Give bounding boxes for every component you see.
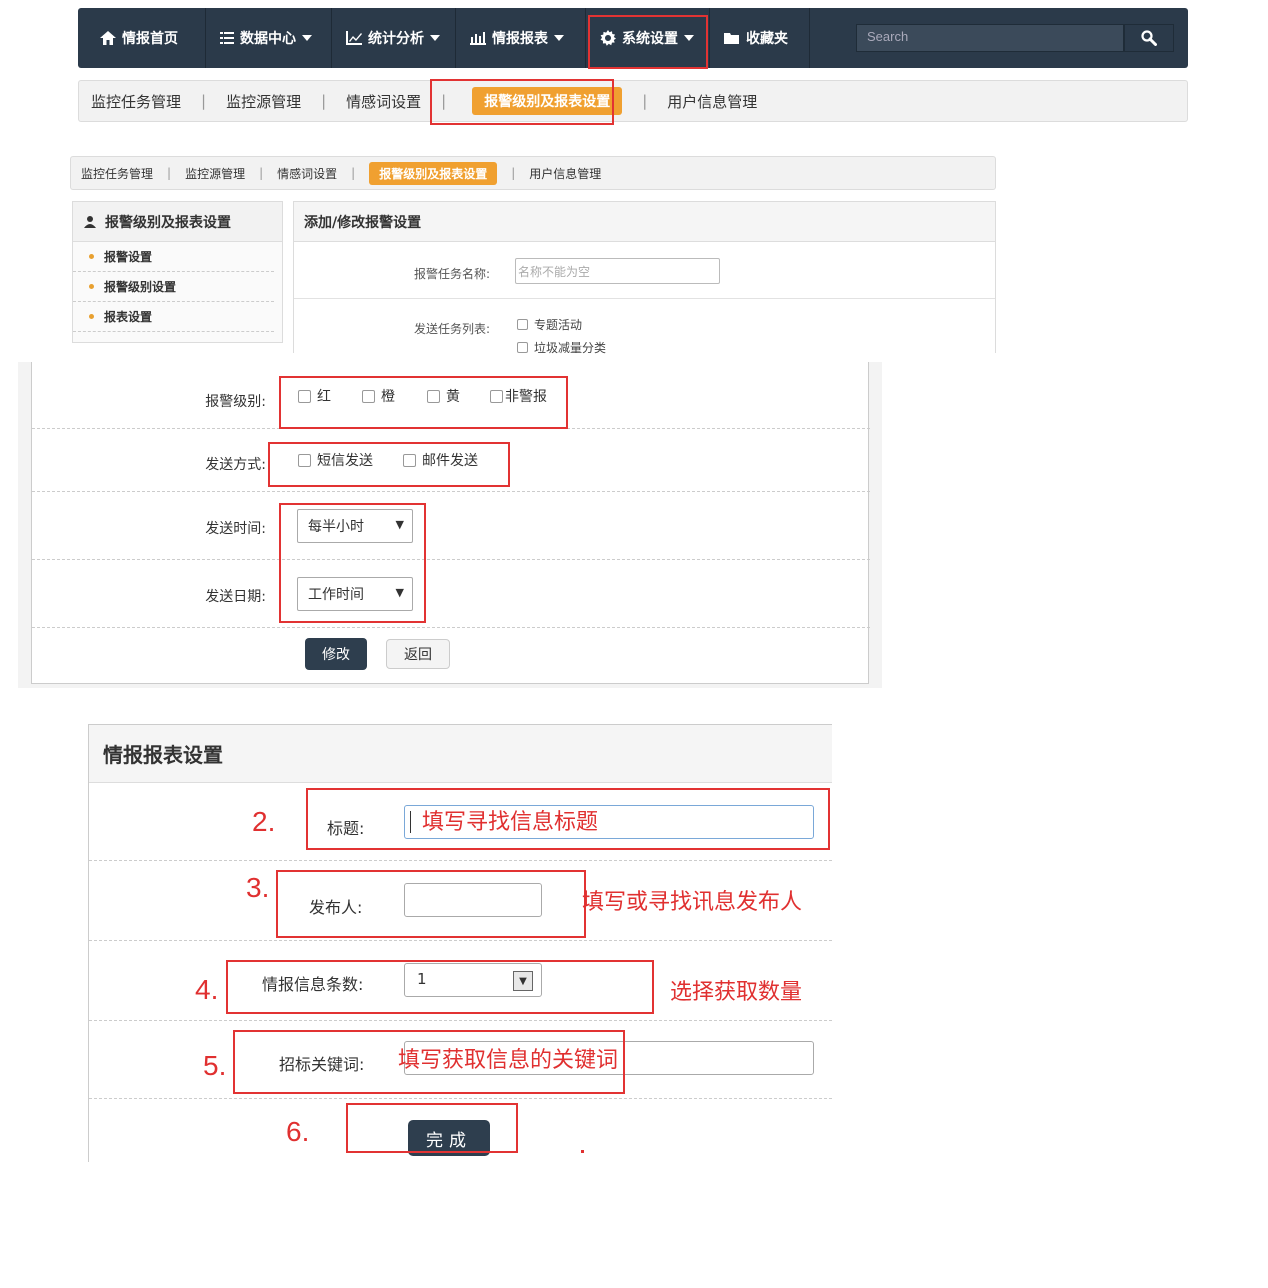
nav-statistics-label: 统计分析 — [368, 31, 424, 47]
modify-button[interactable]: 修改 — [305, 638, 367, 670]
highlight-alarm-tab — [430, 79, 614, 125]
chevron-down-icon — [302, 35, 312, 41]
back-button[interactable]: 返回 — [386, 639, 450, 669]
sidebar-item-label: 报警设置 — [104, 250, 153, 264]
checkbox[interactable] — [517, 319, 528, 330]
subnav-monitor-task[interactable]: 监控任务管理 — [91, 91, 181, 112]
search-button[interactable] — [1124, 24, 1174, 52]
subnav-user-info[interactable]: 用户信息管理 — [667, 91, 757, 112]
nav-data-center[interactable]: 数据中心 — [206, 8, 332, 68]
highlight-count — [226, 960, 654, 1014]
user-icon — [84, 215, 96, 228]
sidebar-item-label: 报表设置 — [104, 310, 153, 324]
nav-favorites-label: 收藏夹 — [746, 31, 788, 47]
red-dot — [581, 1150, 584, 1153]
sidebar-title: 报警级别及报表设置 — [105, 214, 231, 231]
step-number: 3. — [246, 872, 270, 903]
nav-reports[interactable]: 情报报表 — [456, 8, 586, 68]
annotation-count: 选择获取数量 — [670, 980, 803, 1005]
form-title: 添加/修改报警设置 — [294, 202, 995, 242]
subnav-sentiment-words[interactable]: 情感词设置 — [346, 91, 421, 112]
nav-home[interactable]: 情报首页 — [78, 8, 206, 68]
report-settings-panel: 情报报表设置 标题: 发布人: 情报信息条数: 1 ▼ 招标关键词: 完成 — [78, 716, 832, 1162]
bullet-icon — [89, 314, 94, 319]
subnav-user-info[interactable]: 用户信息管理 — [529, 165, 601, 182]
annotation-keyword: 填写获取信息的关键词 — [398, 1048, 619, 1073]
annotation-title: 填写寻找信息标题 — [422, 810, 599, 835]
chevron-down-icon — [554, 35, 564, 41]
chevron-down-icon — [430, 35, 440, 41]
alarm-form-panel: 添加/修改报警设置 报警任务名称: 名称不能为空 发送任务列表: 专题活动 垃圾… — [293, 201, 996, 356]
task-list-label: 发送任务列表: — [414, 322, 491, 336]
task-name-input[interactable]: 名称不能为空 — [515, 258, 720, 284]
task-name-label: 报警任务名称: — [414, 267, 491, 281]
subnav-sentiment-words[interactable]: 情感词设置 — [277, 165, 337, 182]
settings-sidebar: 报警级别及报表设置 报警设置 报警级别设置 报表设置 — [72, 201, 283, 343]
send-date-label: 发送日期: — [205, 589, 266, 605]
report-settings-title: 情报报表设置 — [89, 725, 832, 783]
nav-reports-label: 情报报表 — [492, 31, 548, 47]
bullet-icon — [89, 254, 94, 259]
row-send-date: 发送日期: 工作时间 ▼ — [32, 560, 870, 628]
checkbox[interactable] — [517, 342, 528, 353]
highlight-alarm-level — [279, 376, 568, 429]
task-option-garbage[interactable]: 垃圾减量分类 — [517, 339, 606, 356]
subnav-monitor-task[interactable]: 监控任务管理 — [81, 165, 153, 182]
line-chart-icon — [346, 31, 362, 45]
search-icon — [1141, 30, 1157, 46]
row-send-time: 发送时间: 每半小时 ▼ — [32, 492, 870, 560]
subnav-monitor-source[interactable]: 监控源管理 — [226, 91, 301, 112]
step-number: 4. — [195, 974, 219, 1005]
nav-home-label: 情报首页 — [122, 31, 178, 47]
sidebar-item-alarm-level[interactable]: 报警级别设置 — [73, 272, 274, 302]
bar-chart-icon — [470, 32, 486, 45]
highlight-system-settings — [588, 15, 708, 69]
highlight-send-time-date — [279, 503, 426, 623]
subnav-monitor-source[interactable]: 监控源管理 — [185, 165, 245, 182]
sidebar-item-alarm[interactable]: 报警设置 — [73, 242, 274, 272]
bullet-icon — [89, 284, 94, 289]
step-number: 5. — [203, 1050, 227, 1081]
alarm-level-label: 报警级别: — [205, 394, 266, 410]
nav-data-center-label: 数据中心 — [240, 31, 296, 47]
search-input[interactable]: Search — [856, 24, 1124, 52]
highlight-done — [346, 1103, 518, 1153]
highlight-send-method — [268, 442, 510, 487]
step-number: 2. — [252, 806, 276, 837]
nav-favorites[interactable]: 收藏夹 — [710, 8, 810, 68]
home-icon — [100, 31, 116, 45]
folder-icon — [724, 33, 739, 44]
send-method-label: 发送方式: — [205, 457, 266, 473]
sidebar-item-label: 报警级别设置 — [104, 280, 177, 294]
list-icon — [220, 32, 234, 44]
annotation-publisher: 填写或寻找讯息发布人 — [582, 890, 803, 915]
step-number: 6. — [286, 1116, 310, 1147]
highlight-publisher — [276, 870, 586, 938]
settings-subnav-small: 监控任务管理 | 监控源管理 | 情感词设置 | 报警级别及报表设置 | 用户信… — [70, 156, 996, 190]
settings-subnav: 监控任务管理 | 监控源管理 | 情感词设置 | 报警级别及报表设置 | 用户信… — [78, 80, 1188, 122]
send-time-label: 发送时间: — [205, 521, 266, 537]
task-option-special[interactable]: 专题活动 — [517, 316, 582, 333]
subnav-alarm-report-settings[interactable]: 报警级别及报表设置 — [369, 161, 498, 185]
sidebar-item-report[interactable]: 报表设置 — [73, 302, 274, 332]
nav-statistics[interactable]: 统计分析 — [332, 8, 456, 68]
